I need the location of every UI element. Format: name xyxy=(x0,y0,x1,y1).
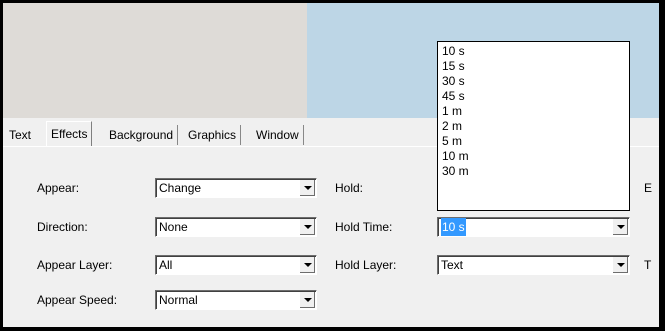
appear-speed-label: Appear Speed: xyxy=(37,293,118,307)
right-column-label-clipped: T xyxy=(644,258,652,272)
appear-label: Appear: xyxy=(37,181,80,195)
dropdown-option[interactable]: 1 m xyxy=(442,105,462,117)
chevron-down-icon[interactable] xyxy=(299,292,315,308)
chevron-down-icon[interactable] xyxy=(612,219,628,235)
appear-layer-value: All xyxy=(159,258,173,272)
hold-time-value: 10 s xyxy=(441,218,466,236)
direction-select[interactable]: None xyxy=(155,217,317,237)
dropdown-option[interactable]: 10 m xyxy=(442,150,469,162)
dropdown-option[interactable]: 30 m xyxy=(442,165,469,177)
right-column-label-clipped: E xyxy=(644,181,653,195)
tab-window[interactable]: Window xyxy=(252,125,304,145)
chevron-down-icon[interactable] xyxy=(299,219,315,235)
tab-graphics[interactable]: Graphics xyxy=(184,125,242,145)
dropdown-option[interactable]: 2 m xyxy=(442,120,462,132)
dropdown-option[interactable]: 15 s xyxy=(442,60,465,72)
hold-layer-label: Hold Layer: xyxy=(335,258,397,272)
appear-speed-select[interactable]: Normal xyxy=(155,290,317,310)
dropdown-option[interactable]: 30 s xyxy=(442,75,465,87)
chevron-down-icon[interactable] xyxy=(299,257,315,273)
appear-layer-label: Appear Layer: xyxy=(37,258,113,272)
hold-label: Hold: xyxy=(335,181,364,195)
dropdown-option[interactable]: 45 s xyxy=(442,90,465,102)
dropdown-option[interactable]: 10 s xyxy=(442,45,465,57)
tab-text[interactable]: Text xyxy=(5,125,35,145)
tab-background[interactable]: Background xyxy=(105,125,179,145)
appear-speed-value: Normal xyxy=(159,293,198,307)
appear-layer-select[interactable]: All xyxy=(155,255,317,275)
chevron-down-icon[interactable] xyxy=(299,180,315,196)
hold-layer-value: Text xyxy=(441,258,464,272)
window-frame: Text Effects Background Graphics Window … xyxy=(3,3,659,327)
chevron-down-icon[interactable] xyxy=(612,257,628,273)
direction-label: Direction: xyxy=(37,220,88,234)
tab-effects[interactable]: Effects xyxy=(46,121,93,147)
hold-time-dropdown-list: 10 s 15 s 30 s 45 s 1 m 2 m 5 m 10 m 30 … xyxy=(437,41,630,211)
hold-layer-select[interactable]: Text xyxy=(437,255,630,275)
appear-value: Change xyxy=(159,181,202,195)
direction-value: None xyxy=(159,220,188,234)
preview-pane-left xyxy=(3,3,307,118)
appear-select[interactable]: Change xyxy=(155,178,317,198)
hold-time-select[interactable]: 10 s xyxy=(437,217,630,237)
hold-time-label: Hold Time: xyxy=(335,220,393,234)
dropdown-option[interactable]: 5 m xyxy=(442,135,462,147)
